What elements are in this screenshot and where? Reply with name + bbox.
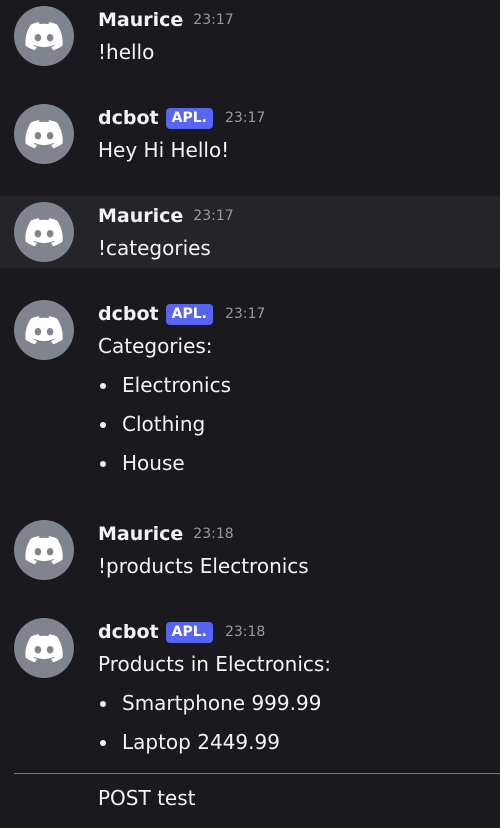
app-badge: APL. — [165, 621, 213, 643]
username[interactable]: Maurice — [98, 9, 183, 31]
discord-logo-icon — [25, 120, 63, 149]
bullet-icon — [100, 701, 106, 707]
avatar[interactable] — [14, 202, 74, 262]
avatar[interactable] — [14, 6, 74, 66]
avatar[interactable] — [14, 618, 74, 678]
new-messages-divider — [14, 773, 500, 774]
message-header: dcbot APL. 23:17 — [98, 301, 265, 327]
message: dcbot APL. 23:18 Products in Electronics… — [0, 604, 500, 774]
bullet-icon — [100, 383, 106, 389]
message-content: !hello — [98, 40, 155, 64]
bullet-icon — [100, 422, 106, 428]
avatar[interactable] — [14, 300, 74, 360]
message-content: Categories: — [98, 334, 213, 358]
discord-logo-icon — [25, 218, 63, 247]
timestamp[interactable]: 23:17 — [193, 12, 233, 28]
message-header: dcbot APL. 23:18 — [98, 619, 265, 645]
list-item-text: House — [122, 451, 185, 475]
discord-logo-icon — [25, 634, 63, 663]
message-header: dcbot APL. 23:17 — [98, 105, 265, 131]
app-badge: APL. — [165, 303, 213, 325]
bullet-icon — [100, 461, 106, 467]
list-item-text: Smartphone 999.99 — [122, 691, 322, 715]
list-item-text: Clothing — [122, 412, 206, 436]
message-content: Products in Electronics: — [98, 652, 332, 676]
message: Maurice 23:17 !hello — [0, 0, 500, 90]
avatar[interactable] — [14, 104, 74, 164]
discord-logo-icon — [25, 316, 63, 345]
chat-messages: Maurice 23:17 !hello dcbot APL. 23:17 He… — [0, 0, 500, 828]
timestamp[interactable]: 23:17 — [225, 110, 265, 126]
message: Maurice 23:17 !categories — [0, 196, 500, 268]
bullet-icon — [100, 740, 106, 746]
app-badge: APL. — [165, 107, 213, 129]
message-content: Hey Hi Hello! — [98, 138, 230, 162]
timestamp[interactable]: 23:18 — [225, 624, 265, 640]
message-content: !categories — [98, 236, 211, 260]
message: dcbot APL. 23:17 Categories: Electronics… — [0, 286, 500, 486]
discord-logo-icon — [25, 536, 63, 565]
pending-message-content: POST test — [98, 786, 196, 810]
username[interactable]: dcbot — [98, 621, 159, 643]
timestamp[interactable]: 23:18 — [193, 526, 233, 542]
avatar[interactable] — [14, 520, 74, 580]
message-header: Maurice 23:17 — [98, 7, 234, 33]
username[interactable]: dcbot — [98, 303, 159, 325]
timestamp[interactable]: 23:17 — [193, 208, 233, 224]
message: dcbot APL. 23:17 Hey Hi Hello! — [0, 90, 500, 190]
username[interactable]: Maurice — [98, 205, 183, 227]
message-header: Maurice 23:17 — [98, 203, 234, 229]
timestamp[interactable]: 23:17 — [225, 306, 265, 322]
message-header: Maurice 23:18 — [98, 521, 234, 547]
list-item-text: Electronics — [122, 373, 232, 397]
message-content: !products Electronics — [98, 554, 309, 578]
message: Maurice 23:18 !products Electronics — [0, 506, 500, 606]
discord-logo-icon — [25, 22, 63, 51]
username[interactable]: dcbot — [98, 107, 159, 129]
list-item-text: Laptop 2449.99 — [122, 730, 280, 754]
username[interactable]: Maurice — [98, 523, 183, 545]
